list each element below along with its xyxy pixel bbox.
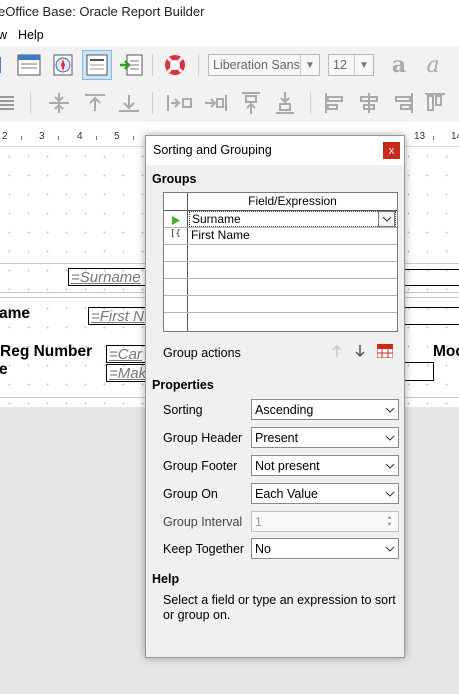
justify-icon[interactable] (0, 88, 20, 118)
shrink-top-icon[interactable] (236, 88, 266, 118)
group-actions-label: Group actions (163, 346, 241, 360)
reg-label-continued: e (0, 361, 8, 378)
move-down-icon[interactable] (353, 343, 367, 362)
font-size-value: 12 (333, 58, 347, 72)
sorting-grouping-dialog: Sorting and Grouping x Groups Field/Expr… (145, 135, 405, 658)
shrink-left-icon[interactable] (200, 88, 230, 118)
move-up-icon[interactable] (330, 343, 344, 362)
group-on-value: Each Value (255, 487, 319, 501)
properties-heading: Properties (152, 378, 214, 392)
font-name-select[interactable]: Liberation Sans ▼ (208, 54, 320, 76)
group-row-icon: [{ (170, 229, 181, 239)
chevron-down-icon (381, 539, 398, 558)
add-field-icon[interactable] (116, 50, 146, 80)
car-field[interactable]: =Car (106, 345, 148, 363)
alignment-toolbar (0, 84, 459, 122)
chevron-down-icon (381, 484, 398, 503)
row-2-field[interactable]: First Name (191, 227, 250, 243)
surname-field[interactable]: =Surname (68, 268, 148, 286)
standard-toolbar: Liberation Sans ▼ 12 ▼ a a (0, 46, 459, 85)
model-field[interactable] (404, 362, 434, 381)
align-center-icon[interactable] (354, 88, 384, 118)
help-heading: Help (152, 572, 180, 586)
row-1-cell[interactable]: Surname (189, 211, 396, 227)
align-right-icon[interactable] (388, 88, 418, 118)
first-name-extra-field[interactable] (404, 307, 459, 325)
help-text: Select a field or type an expression to … (163, 593, 396, 622)
field-expression-header: Field/Expression (188, 193, 397, 211)
window-title-bar: eOffice Base: Oracle Report Builder (0, 0, 459, 24)
group-header-label: Group Header (163, 431, 243, 445)
sorting-grouping-icon[interactable] (82, 50, 112, 80)
sorting-select[interactable]: Ascending (251, 399, 399, 420)
align-left-icon[interactable] (320, 88, 350, 118)
group-footer-select[interactable]: Not present (251, 455, 399, 476)
ruler-number: 3 (39, 131, 45, 142)
reg-number-label[interactable]: Reg Number (0, 343, 92, 361)
shrink-horizontal-icon[interactable] (164, 88, 194, 118)
menu-bar: w Help (0, 24, 459, 46)
group-interval-label: Group Interval (163, 515, 243, 529)
window-title: eOffice Base: Oracle Report Builder (0, 4, 205, 19)
font-size-select[interactable]: 12 ▼ (328, 54, 374, 76)
row-1-field: Surname (192, 212, 241, 226)
keep-together-value: No (255, 542, 271, 556)
chevron-down-icon: ▼ (354, 55, 373, 75)
delete-group-icon[interactable] (376, 343, 394, 361)
ruler-number: 2 (2, 131, 8, 142)
align-middle-icon[interactable] (44, 88, 74, 118)
group-interval-value: 1 (255, 515, 262, 529)
ruler-number: 14 (451, 131, 459, 142)
font-name-value: Liberation Sans (213, 58, 300, 72)
toolbar-edge-icon[interactable] (0, 50, 6, 80)
keep-together-select[interactable]: No (251, 538, 399, 559)
help-lifebuoy-icon[interactable] (160, 50, 190, 80)
make-field[interactable]: =Mak (106, 364, 148, 382)
ruler-number: 4 (77, 131, 83, 142)
group-footer-value: Not present (255, 459, 320, 473)
group-header-value: Present (255, 431, 299, 445)
ruler-number: 13 (414, 131, 426, 142)
keep-together-label: Keep Together (163, 542, 245, 556)
ruler-number: 5 (114, 131, 120, 142)
group-header-select[interactable]: Present (251, 427, 399, 448)
group-footer-label: Group Footer (163, 459, 238, 473)
chevron-down-icon (381, 456, 398, 475)
align-top-icon[interactable] (80, 88, 110, 118)
chevron-down-icon (381, 428, 398, 447)
dialog-title: Sorting and Grouping (153, 143, 272, 157)
italic-icon[interactable]: a (418, 50, 448, 80)
shrink-bottom-icon[interactable] (270, 88, 300, 118)
dialog-title-bar[interactable]: Sorting and Grouping x (146, 136, 404, 165)
first-name-label[interactable]: ame (0, 305, 30, 323)
surname-extra-field[interactable] (404, 269, 459, 286)
group-on-label: Group On (163, 487, 218, 501)
sorting-value: Ascending (255, 403, 314, 417)
first-name-field[interactable]: =First N (88, 307, 148, 325)
sorting-label: Sorting (163, 403, 203, 417)
current-row-arrow-icon (172, 214, 180, 228)
groups-grid[interactable]: Field/Expression Surname [{ First Name (163, 192, 398, 332)
chevron-down-icon[interactable] (378, 211, 395, 227)
align-bottom-icon[interactable] (114, 88, 144, 118)
group-interval-spinner[interactable]: 1 ▲ ▼ (251, 511, 399, 532)
model-label[interactable]: Moc (433, 343, 459, 361)
chevron-down-icon: ▼ (300, 55, 319, 75)
align-top-objects-icon[interactable] (420, 88, 450, 118)
groups-heading: Groups (152, 172, 197, 186)
chevron-down-icon (381, 400, 398, 419)
spin-arrows-icon[interactable]: ▲ ▼ (381, 512, 398, 531)
close-button[interactable]: x (383, 142, 400, 159)
bold-icon[interactable]: a (384, 50, 414, 80)
page-header-icon[interactable] (14, 50, 44, 80)
menu-view[interactable]: w (0, 28, 7, 42)
navigator-icon[interactable] (48, 50, 78, 80)
group-on-select[interactable]: Each Value (251, 483, 399, 504)
menu-help[interactable]: Help (18, 28, 44, 42)
